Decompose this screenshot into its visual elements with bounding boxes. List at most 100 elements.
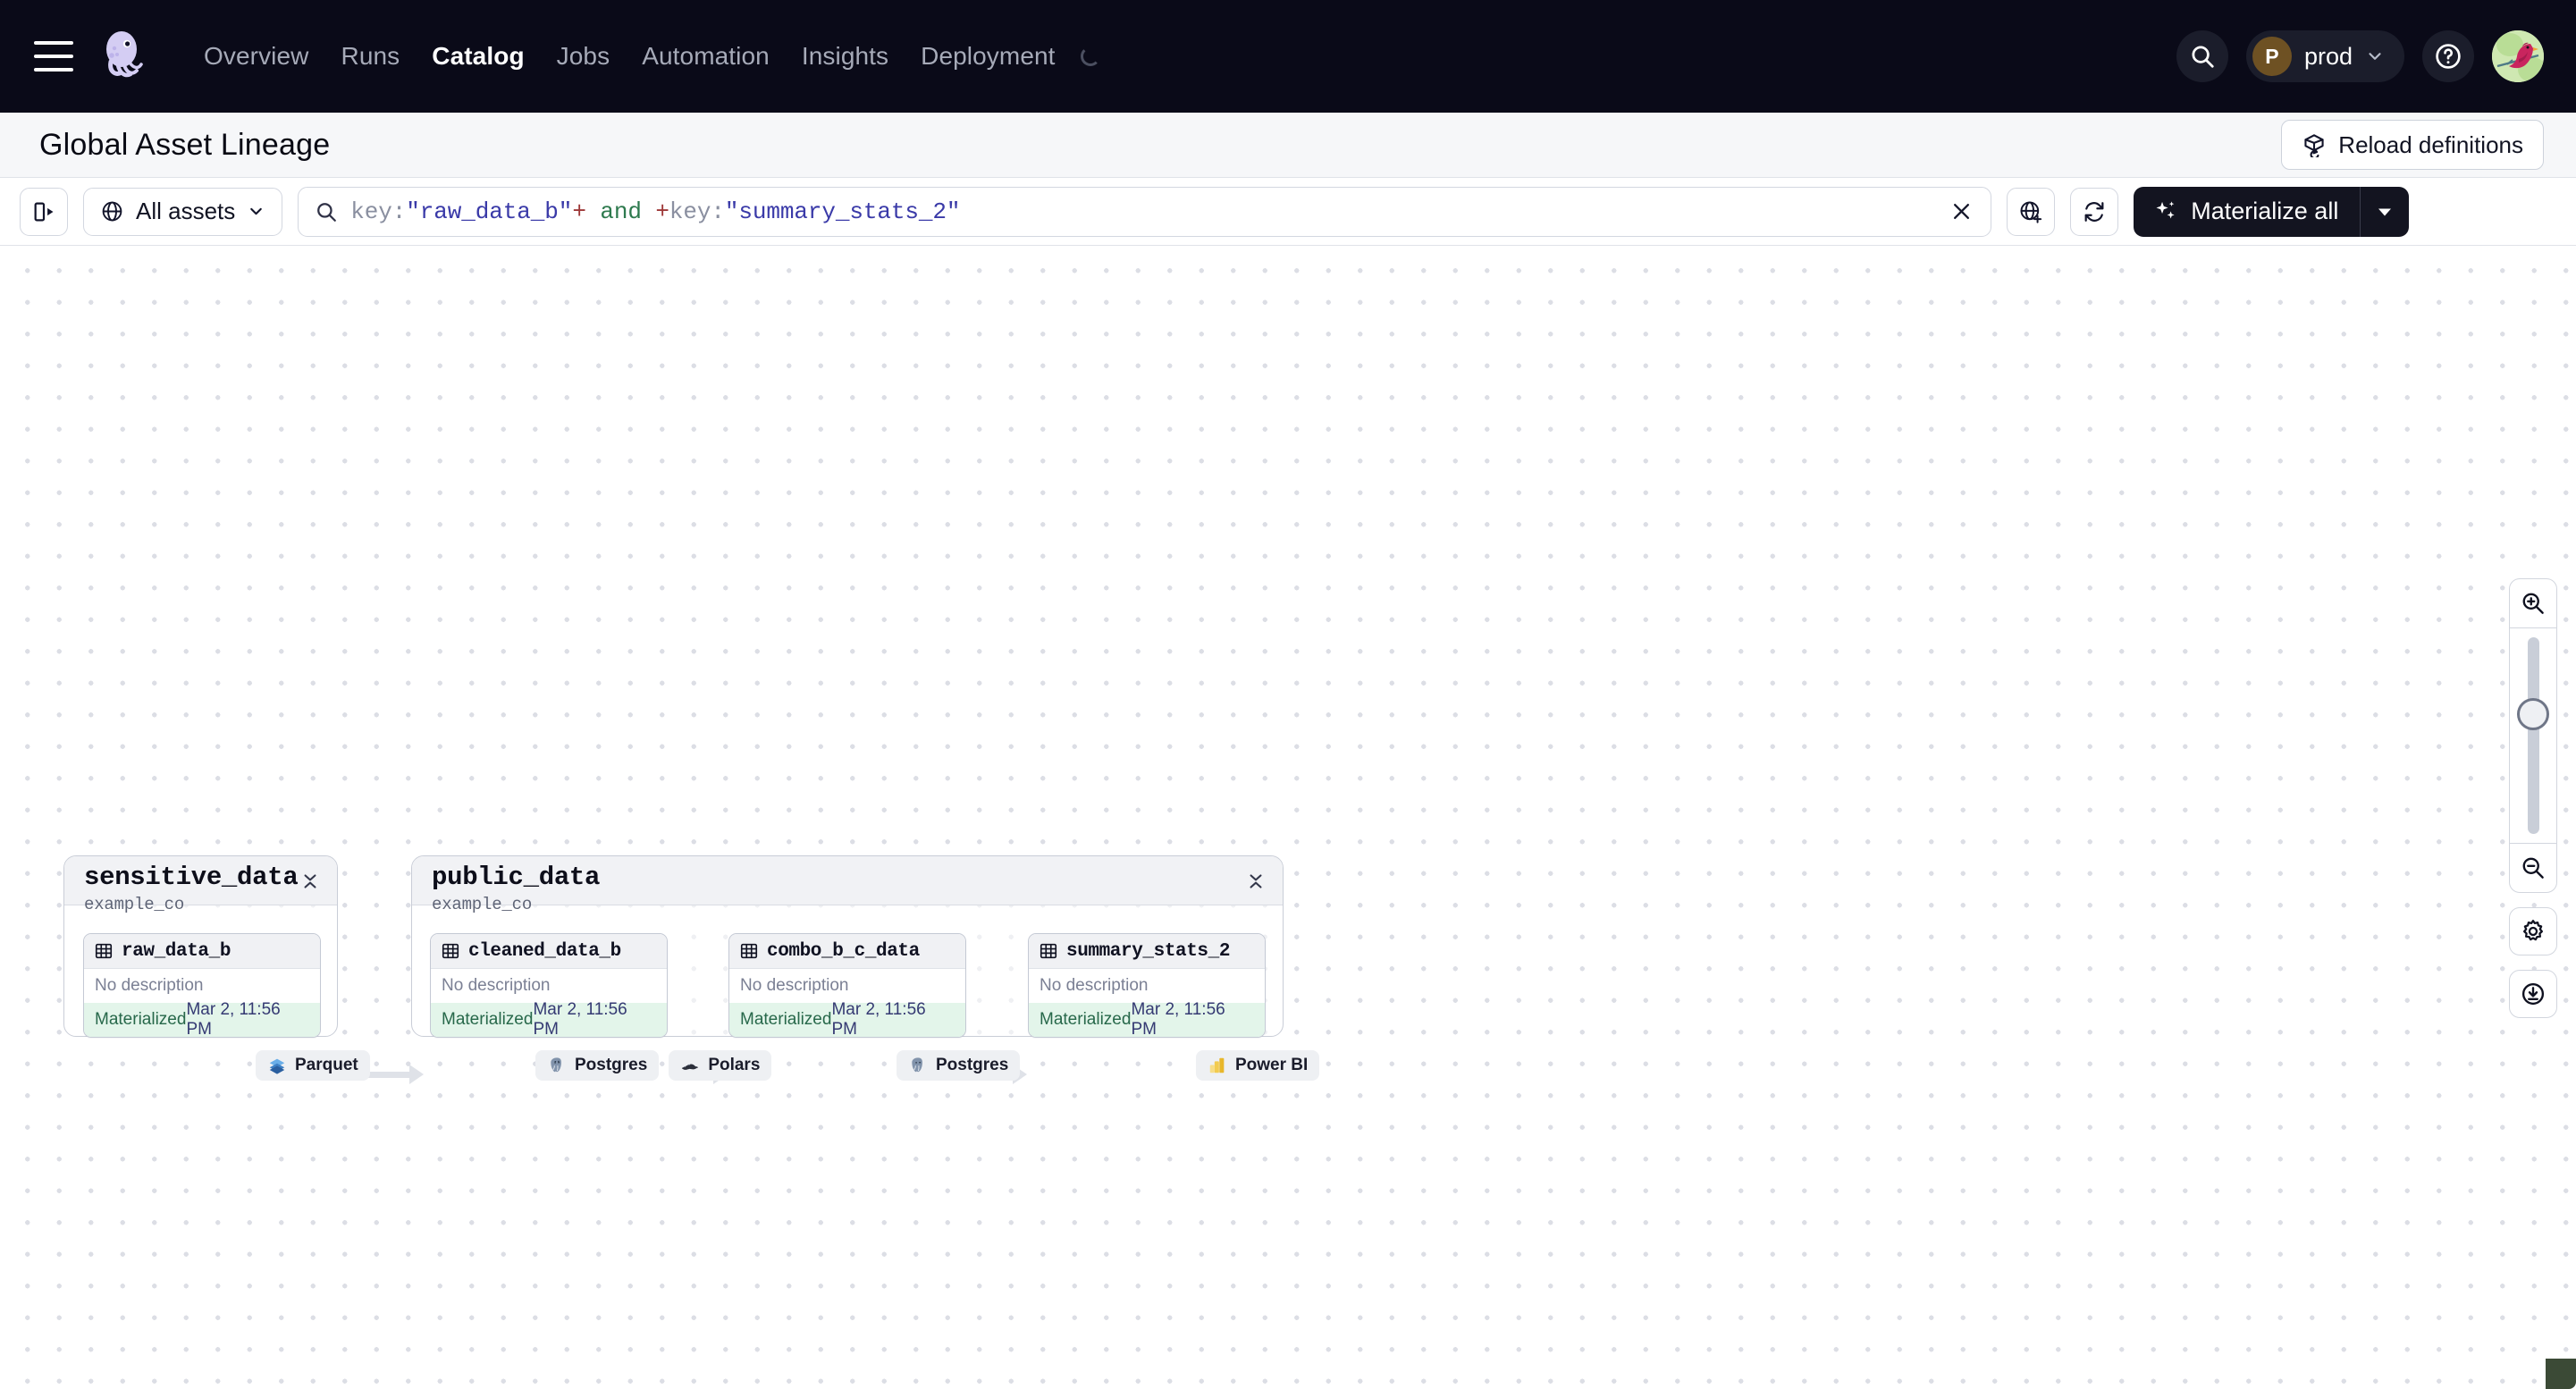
tag-parquet[interactable]: Parquet [256,1050,370,1081]
asset-node-summary-stats-2[interactable]: summary_stats_2 No description Materiali… [1028,933,1266,1038]
polars-icon [682,1064,699,1070]
deployment-selector[interactable]: P prod [2245,30,2404,82]
chevron-down-icon [2369,53,2381,60]
materialize-options-caret[interactable] [2361,186,2410,237]
asset-node-header: raw_data_b [84,934,320,969]
asset-status-label: Materialized [1040,1010,1132,1029]
asset-status-label: Materialized [740,1010,832,1029]
search-icon[interactable] [2176,30,2228,82]
question-circle-icon[interactable] [2422,30,2474,82]
hamburger-menu-icon[interactable] [34,41,73,72]
close-x-icon[interactable] [1946,197,1976,227]
dagster-logo-icon[interactable] [97,29,152,84]
nav-link-overview[interactable]: Overview [188,35,325,78]
refresh-icon[interactable] [2070,187,2119,236]
tag-postgres[interactable]: Postgres [535,1050,660,1081]
nav-link-deployment[interactable]: Deployment [905,35,1071,78]
asset-node-description: No description [1029,969,1265,1003]
asset-node-description: No description [431,969,667,1003]
asset-status-timestamp: Mar 2, 11:56 PM [186,1000,281,1038]
search-token-str1: "raw_data_b" [406,198,573,225]
top-navigation-bar: Overview Runs Catalog Jobs Automation In… [0,0,2576,113]
nav-link-catalog[interactable]: Catalog [416,35,540,78]
asset-node-cleaned-data-b[interactable]: cleaned_data_b No description Materializ… [430,933,668,1038]
zoom-slider[interactable] [2510,628,2556,843]
tag-label: Postgres [936,1056,1009,1074]
asset-node-description: No description [84,969,320,1003]
group-title-block: sensitive_data example_co [84,863,299,915]
materialize-all-button[interactable]: Materialize all [2134,186,2361,237]
zoom-slider-thumb[interactable] [2517,698,2549,730]
zoom-in-icon[interactable] [2510,579,2556,627]
postgres-icon [551,1057,561,1073]
asset-tags-raw-data-b: Parquet [256,1050,370,1081]
materialize-all-label: Materialize all [2191,198,2339,224]
table-icon [442,943,459,959]
deployment-avatar: P [2252,37,2292,76]
globe-icon [102,201,122,222]
group-title: public_data [432,863,601,892]
group-subtitle: example_co [84,895,185,915]
tag-label: Postgres [575,1056,648,1074]
asset-node-status: Materialized Mar 2, 11:56 PM [431,1000,667,1038]
asset-node-raw-data-b[interactable]: raw_data_b No description Materialized M… [83,933,321,1038]
table-icon [1040,943,1057,959]
page-title: Global Asset Lineage [39,127,331,162]
sparkle-icon [2156,200,2175,218]
nav-link-jobs[interactable]: Jobs [541,35,627,78]
collapse-vertical-icon[interactable] [1243,867,1268,896]
group-subtitle: example_co [432,895,533,915]
asset-status-timestamp: Mar 2, 11:56 PM [533,1000,627,1038]
search-input[interactable]: key:"raw_data_b"+ and +key:"summary_stat… [350,198,1933,225]
spinner-icon [1080,46,1100,66]
app-root: Overview Runs Catalog Jobs Automation In… [0,0,2576,1389]
tag-label: Power BI [1235,1056,1309,1074]
zoom-slider-group [2509,578,2557,893]
search-token-key1: key: [350,198,407,225]
lineage-search-box[interactable]: key:"raw_data_b"+ and +key:"summary_stat… [298,186,1992,237]
deployment-name: prod [2303,42,2353,70]
collapse-vertical-icon[interactable] [298,867,323,896]
asset-node-combo-b-c-data[interactable]: combo_b_c_data No description Materializ… [728,933,966,1038]
group-header: public_data example_co [412,856,1283,914]
asset-scope-filter[interactable]: All assets [83,187,283,236]
nav-link-automation[interactable]: Automation [626,35,786,78]
gear-icon[interactable] [2509,907,2557,955]
powerbi-icon [1209,1057,1225,1073]
asset-node-name: cleaned_data_b [468,940,621,962]
lineage-toolbar: All assets key:"raw_data_b"+ and +key:"s… [0,178,2576,246]
materialize-all-group: Materialize all [2134,186,2410,237]
group-title-block: public_data example_co [432,863,601,915]
asset-status-label: Materialized [442,1010,534,1029]
table-icon [95,943,113,959]
tag-label: Polars [708,1056,761,1074]
reload-definitions-button[interactable]: Reload definitions [2281,120,2544,170]
globe-plus-icon[interactable] [2007,187,2056,236]
nav-link-runs[interactable]: Runs [325,35,417,78]
tag-label: Parquet [295,1056,358,1074]
asset-node-status: Materialized Mar 2, 11:56 PM [729,1000,965,1038]
lineage-canvas[interactable]: sensitive_data example_co public_data ex… [0,246,2576,1389]
table-icon [740,943,758,959]
asset-tags-cleaned-data-b: Postgres Polars [535,1050,772,1081]
search-token-str2: "summary_stats_2" [724,198,961,225]
asset-node-header: cleaned_data_b [431,934,667,969]
asset-node-name: combo_b_c_data [767,940,920,962]
page-header: Global Asset Lineage Reload definitions [0,113,2576,178]
tag-power-bi[interactable]: Power BI [1196,1050,1320,1081]
parquet-icon [269,1058,285,1074]
group-title: sensitive_data [84,863,299,892]
user-avatar[interactable] [2492,30,2544,82]
asset-status-timestamp: Mar 2, 11:56 PM [831,1000,926,1038]
panel-expand-icon[interactable] [20,187,68,236]
search-token-op2: + [655,198,669,225]
download-center-icon[interactable] [2509,970,2557,1018]
nav-link-insights[interactable]: Insights [786,35,905,78]
chevron-down-icon [250,207,263,215]
tag-polars[interactable]: Polars [669,1050,772,1081]
asset-status-timestamp: Mar 2, 11:56 PM [1131,1000,1225,1038]
tag-postgres[interactable]: Postgres [897,1050,1021,1081]
asset-node-status: Materialized Mar 2, 11:56 PM [84,1000,320,1038]
zoom-out-icon[interactable] [2510,844,2556,892]
asset-status-label: Materialized [95,1010,187,1029]
